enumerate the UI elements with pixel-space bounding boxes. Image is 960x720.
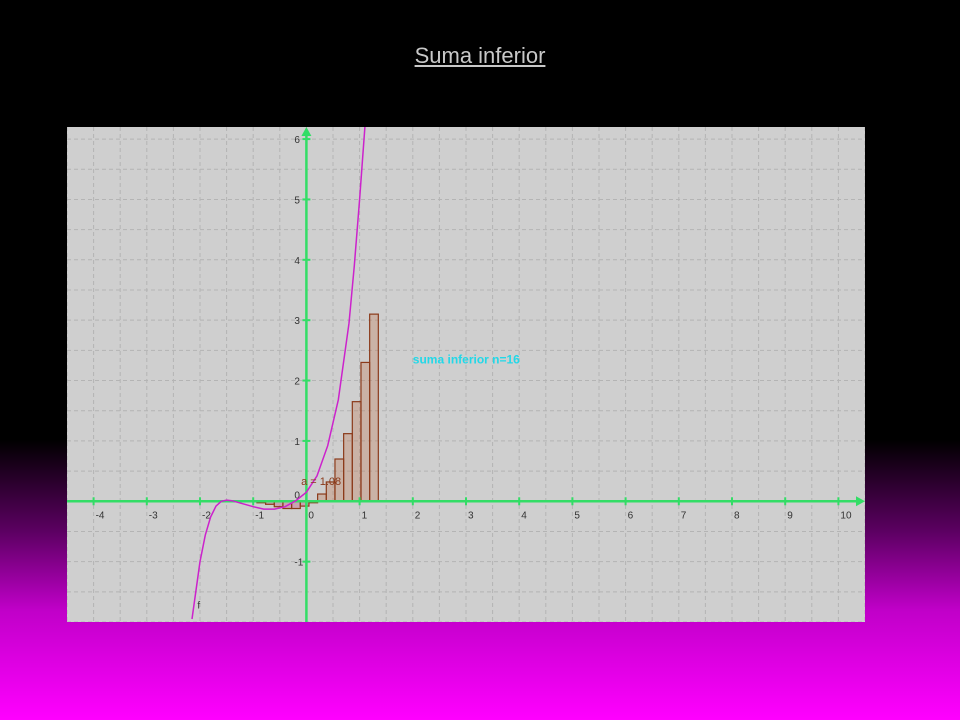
x-tick-label: 0: [308, 510, 314, 521]
x-tick-label: 6: [628, 510, 634, 521]
y-tick-label: 6: [294, 135, 300, 146]
x-tick-label: 4: [521, 510, 527, 521]
x-tick-label: 8: [734, 510, 740, 521]
chart-svg[interactable]: -4 -3 -2 -1 0 1 2 3 4 5 6 7 8 9 10-10123456 f a = 1.08…: [67, 127, 865, 622]
y-tick-label: 3: [294, 316, 300, 327]
x-tick-label: 9: [787, 510, 793, 521]
x-tick-label: -1: [255, 510, 264, 521]
y-tick-label: 5: [294, 195, 300, 206]
y-axis-arrow-icon: [301, 127, 312, 136]
lower-sum-bar: [351, 401, 362, 502]
parameter-label[interactable]: a = 1.08: [301, 476, 341, 488]
plot-area[interactable]: -4 -3 -2 -1 0 1 2 3 4 5 6 7 8 9 10 -1 0 1 2 3 4 5 6 f a = 1.08…: [67, 127, 865, 622]
sum-label: suma inferior n=16: [413, 353, 520, 367]
function-curve[interactable]: [191, 127, 370, 620]
y-tick-label: 1: [294, 437, 300, 448]
x-tick-label: -4: [96, 510, 105, 521]
lower-sum-bar: [343, 433, 353, 502]
lower-sum-bar: [360, 361, 371, 502]
x-tick-label: 1: [362, 510, 368, 521]
x-tick-label: -3: [149, 510, 158, 521]
x-tick-label: 7: [681, 510, 687, 521]
y-tick-label: 2: [294, 377, 300, 388]
y-tick-label: 4: [294, 256, 300, 267]
x-axis-arrow-icon: [856, 496, 865, 507]
function-label: f: [197, 601, 200, 612]
x-tick-label: 3: [468, 510, 474, 521]
x-tick-label: 5: [574, 510, 580, 521]
y-tick-label: -1: [294, 558, 303, 569]
x-tick-label: 10: [840, 510, 852, 521]
slide-title: Suma inferior: [414, 43, 546, 68]
lower-sum-bar: [369, 313, 379, 502]
x-tick-label: 2: [415, 510, 421, 521]
grid: [67, 127, 865, 622]
